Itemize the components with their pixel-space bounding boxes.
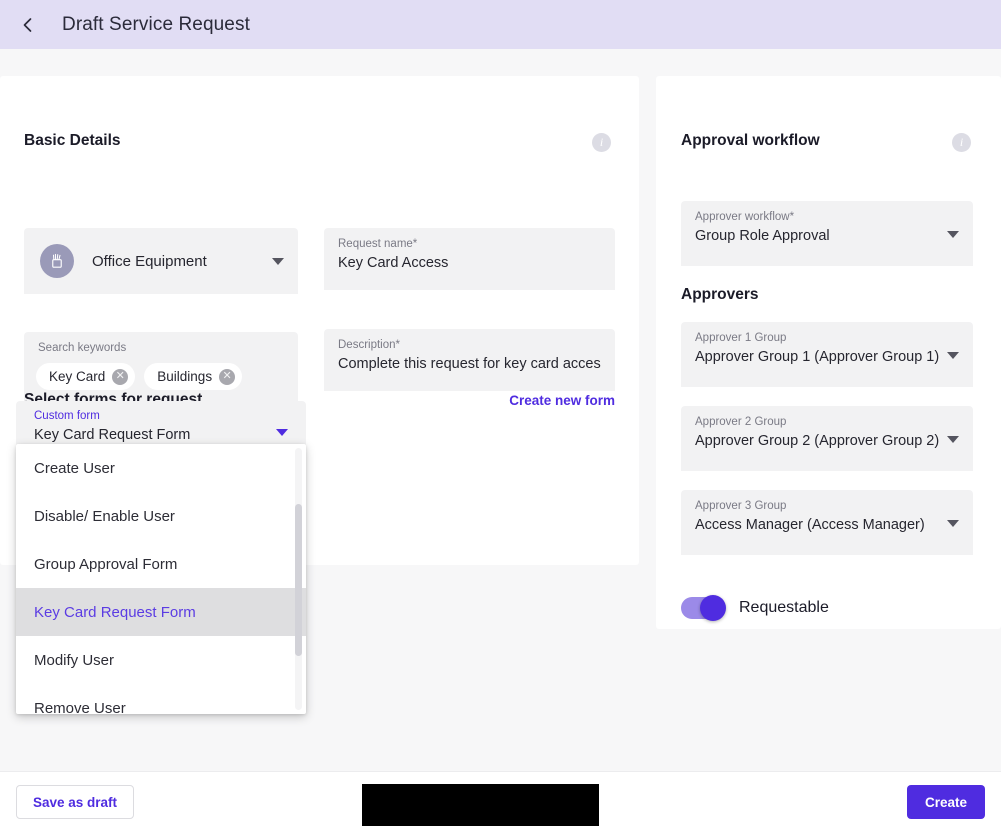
approver-workflow-select[interactable]: Approver workflow* Group Role Approval [681, 201, 973, 266]
keyword-chip-label: Buildings [157, 369, 213, 384]
dropdown-scrollbar-thumb[interactable] [295, 504, 302, 656]
chevron-left-icon [21, 16, 34, 34]
approver-3-group-value: Access Manager (Access Manager) [695, 517, 925, 533]
approvers-title: Approvers [681, 286, 759, 303]
pen-cup-icon [40, 244, 74, 278]
back-button[interactable] [14, 12, 40, 38]
category-select[interactable]: Office Equipment [24, 228, 298, 294]
request-name-field[interactable]: Request name* Key Card Access [324, 228, 615, 290]
keyword-chip-label: Key Card [49, 369, 106, 384]
toggle-knob [700, 595, 726, 621]
requestable-row: Requestable [681, 595, 829, 621]
custom-form-dropdown-menu[interactable]: Create User Disable/ Enable User Group A… [16, 444, 306, 714]
approver-2-group-select[interactable]: Approver 2 Group Approver Group 2 (Appro… [681, 406, 973, 471]
close-circle-icon[interactable]: ✕ [112, 368, 129, 385]
description-value: Complete this request for key card acces… [338, 356, 601, 372]
page-title: Draft Service Request [62, 13, 250, 35]
approver-3-group-label: Approver 3 Group [695, 500, 787, 512]
category-value: Office Equipment [92, 252, 207, 270]
request-name-value: Key Card Access [338, 255, 449, 271]
dropdown-option-selected[interactable]: Key Card Request Form [16, 588, 306, 636]
chevron-down-icon[interactable] [272, 258, 284, 265]
approver-2-group-label: Approver 2 Group [695, 416, 787, 428]
approver-3-group-select[interactable]: Approver 3 Group Access Manager (Access … [681, 490, 973, 555]
custom-form-label: Custom form [34, 410, 100, 422]
approver-1-group-label: Approver 1 Group [695, 332, 787, 344]
description-field[interactable]: Description* Complete this request for k… [324, 329, 615, 391]
approver-workflow-label: Approver workflow* [695, 211, 795, 223]
approver-1-group-value: Approver Group 1 (Approver Group 1) [695, 349, 940, 365]
approval-workflow-info-icon[interactable]: i [952, 133, 971, 152]
dropdown-option[interactable]: Disable/ Enable User [16, 492, 306, 540]
keyword-chip[interactable]: Buildings ✕ [144, 363, 243, 390]
approval-workflow-title: Approval workflow [681, 132, 820, 149]
create-button[interactable]: Create [906, 785, 985, 819]
approver-workflow-value: Group Role Approval [695, 228, 830, 244]
description-label: Description* [338, 339, 400, 351]
basic-details-info-icon[interactable]: i [592, 133, 611, 152]
chevron-down-icon[interactable] [947, 230, 959, 238]
requestable-toggle[interactable] [681, 595, 726, 621]
request-name-label: Request name* [338, 238, 418, 250]
approver-2-group-value: Approver Group 2 (Approver Group 2) [695, 433, 940, 449]
chevron-down-icon[interactable] [947, 519, 959, 527]
chevron-down-icon[interactable] [947, 435, 959, 443]
dropdown-option[interactable]: Group Approval Form [16, 540, 306, 588]
save-as-draft-button[interactable]: Save as draft [16, 785, 135, 819]
requestable-label: Requestable [739, 599, 829, 616]
chevron-down-icon[interactable] [276, 429, 288, 436]
basic-details-title: Basic Details [24, 132, 121, 149]
close-circle-icon[interactable]: ✕ [219, 368, 236, 385]
redacted-region [362, 784, 599, 826]
keyword-chip-list: Key Card ✕ Buildings ✕ [36, 363, 286, 390]
create-new-form-link[interactable]: Create new form [509, 393, 615, 408]
dropdown-option[interactable]: Remove User [16, 684, 306, 715]
keyword-chip[interactable]: Key Card ✕ [36, 363, 136, 390]
dropdown-option[interactable]: Modify User [16, 636, 306, 684]
body-area: Basic Details i Office Equipment Request… [0, 49, 1001, 771]
approver-1-group-select[interactable]: Approver 1 Group Approver Group 1 (Appro… [681, 322, 973, 387]
custom-form-value: Key Card Request Form [34, 427, 191, 443]
chevron-down-icon[interactable] [947, 351, 959, 359]
dropdown-option[interactable]: Create User [16, 444, 306, 492]
search-keywords-label: Search keywords [38, 342, 127, 354]
app-header: Draft Service Request [0, 0, 1001, 49]
